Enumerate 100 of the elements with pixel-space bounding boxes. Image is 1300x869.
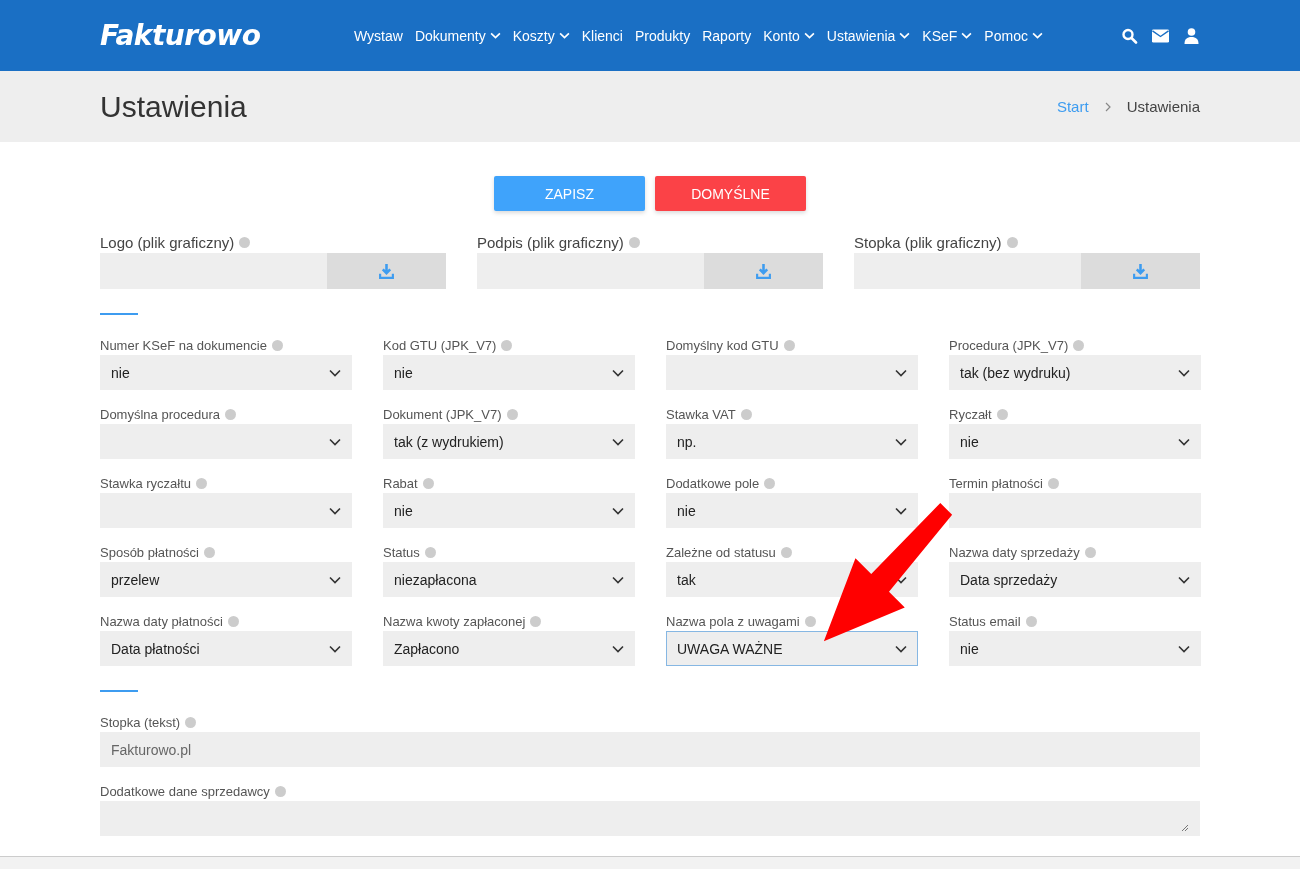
nav-link[interactable]: Produkty [628, 27, 697, 44]
chevron-down-icon [1178, 575, 1190, 584]
select-field[interactable]: Data płatności [100, 631, 352, 666]
field-label: Nazwa kwoty zapłaconej [383, 613, 526, 629]
field-label: Stawka ryczałtu [100, 475, 192, 491]
chevron-down-icon [895, 368, 907, 377]
help-icon [424, 546, 436, 558]
file-field[interactable] [477, 253, 704, 289]
select-field[interactable]: tak (z wydrukiem) [383, 424, 635, 459]
chevron-down-icon [612, 368, 624, 377]
select-field[interactable]: nie [666, 493, 918, 528]
chevron-down-icon [1178, 368, 1190, 377]
field-label: Nazwa pola z uwagami [666, 613, 800, 629]
field-label: Ryczałt [949, 406, 992, 422]
select-field[interactable]: nie [383, 493, 635, 528]
select-field[interactable]: nie [100, 355, 352, 390]
file-field[interactable] [854, 253, 1081, 289]
nav-link[interactable]: Raporty [696, 27, 758, 44]
chevron-down-icon [961, 32, 973, 39]
select-field[interactable]: niezapłacona [383, 562, 635, 597]
chevron-down-icon [489, 32, 501, 39]
select-field[interactable] [100, 424, 352, 459]
help-icon [764, 477, 776, 489]
upload-button[interactable] [327, 253, 446, 289]
nav-link[interactable]: Wystaw [348, 27, 409, 44]
field-label: Kod GTU (JPK_V7) [383, 337, 497, 353]
breadcrumb-current: Ustawienia [1126, 98, 1200, 115]
help-icon [628, 236, 640, 248]
field-label: Termin płatności [949, 475, 1043, 491]
upload-button[interactable] [1081, 253, 1200, 289]
page-title: Ustawienia [100, 89, 247, 124]
select-field[interactable]: tak (bez wydruku) [949, 355, 1201, 390]
field-label: Nazwa daty sprzedaży [949, 544, 1080, 560]
select-field[interactable]: przelew [100, 562, 352, 597]
help-icon [1047, 477, 1059, 489]
chevron-down-icon [329, 575, 341, 584]
select-field[interactable]: nie [949, 631, 1201, 666]
help-icon [506, 408, 518, 420]
help-icon [780, 546, 792, 558]
field-label: Numer KSeF na dokumencie [100, 337, 267, 353]
search-icon[interactable] [1121, 27, 1138, 44]
select-field[interactable]: UWAGA WAŻNE [666, 631, 918, 666]
help-icon [501, 339, 513, 351]
chevron-down-icon [329, 368, 341, 377]
field-label: Stopka (tekst) [100, 714, 181, 730]
input-field[interactable] [949, 493, 1201, 528]
chevron-down-icon [895, 506, 907, 515]
chevron-down-icon [612, 644, 624, 653]
chevron-down-icon [612, 575, 624, 584]
chevron-down-icon [612, 437, 624, 446]
field-label: Stawka VAT [666, 406, 736, 422]
select-field[interactable] [666, 355, 918, 390]
help-icon [996, 408, 1008, 420]
select-field[interactable] [100, 493, 352, 528]
select-field[interactable]: Data sprzedaży [949, 562, 1201, 597]
resize-grip-icon[interactable] [1181, 824, 1189, 832]
download-icon [1132, 262, 1149, 280]
help-icon [1084, 546, 1096, 558]
select-field[interactable]: Zapłacono [383, 631, 635, 666]
download-icon [378, 262, 395, 280]
help-icon [227, 615, 239, 627]
chevron-down-icon [329, 644, 341, 653]
help-icon [422, 477, 434, 489]
chevron-down-icon [1031, 32, 1043, 39]
nav-link[interactable]: KSeF [916, 27, 979, 44]
chevron-down-icon [329, 506, 341, 515]
field-label: Rabat [383, 475, 418, 491]
field-label: Domyślna procedura [100, 406, 220, 422]
help-icon [804, 615, 816, 627]
select-field[interactable]: nie [949, 424, 1201, 459]
field-label: Nazwa daty płatności [100, 613, 223, 629]
user-icon[interactable] [1183, 27, 1200, 44]
chevron-down-icon [895, 437, 907, 446]
textarea-field[interactable] [100, 801, 1200, 836]
field-label: Status email [949, 613, 1021, 629]
help-icon [1006, 236, 1018, 248]
default-button[interactable]: DOMYŚLNE [655, 176, 806, 211]
nav-link[interactable]: Ustawienia [820, 27, 917, 44]
chevron-down-icon [558, 32, 570, 39]
nav-link[interactable]: Klienci [575, 27, 629, 44]
field-label: Dokument (JPK_V7) [383, 406, 502, 422]
upload-button[interactable] [704, 253, 823, 289]
field-label: Stopka (plik graficzny) [854, 233, 1002, 251]
help-icon [740, 408, 752, 420]
nav-link[interactable]: Pomoc [978, 27, 1049, 44]
mail-icon[interactable] [1152, 27, 1169, 44]
file-field[interactable] [100, 253, 327, 289]
chevron-down-icon [1178, 437, 1190, 446]
select-field[interactable]: nie [383, 355, 635, 390]
nav-link[interactable]: Konto [757, 27, 821, 44]
field-label: Procedura (JPK_V7) [949, 337, 1069, 353]
nav-link[interactable]: Koszty [506, 27, 576, 44]
chevron-down-icon [899, 32, 911, 39]
breadcrumb-separator-icon [1104, 101, 1111, 112]
help-icon [530, 615, 542, 627]
brand-logo[interactable]: Fakturowo [100, 19, 348, 52]
input-field[interactable]: Fakturowo.pl [100, 732, 1200, 767]
download-icon [755, 262, 772, 280]
nav-link[interactable]: Dokumenty [408, 27, 507, 44]
select-field[interactable]: np. [666, 424, 918, 459]
